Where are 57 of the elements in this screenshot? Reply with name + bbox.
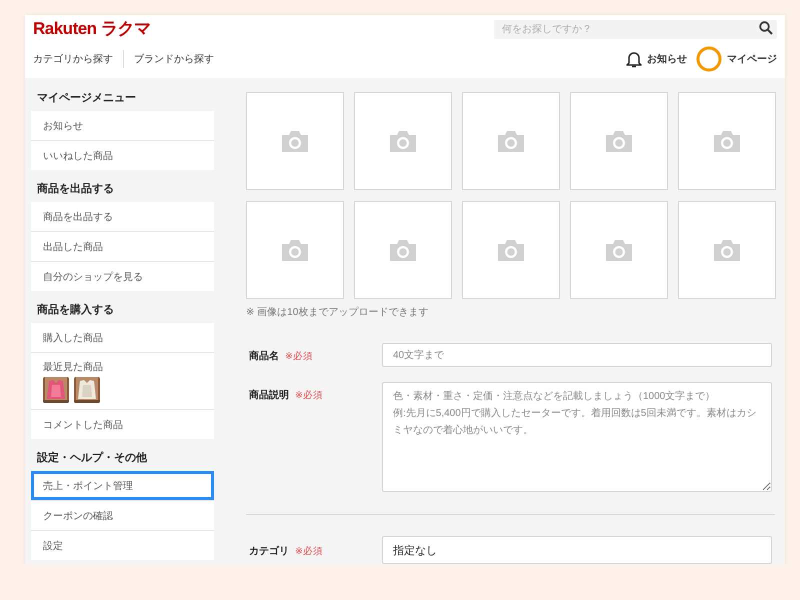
photo-upload-slot[interactable] (354, 92, 452, 190)
nav-link[interactable]: ブランドから探す (123, 50, 224, 68)
camera-icon (280, 129, 310, 153)
photo-upload-slot[interactable] (570, 201, 668, 299)
avatar-icon[interactable] (696, 46, 722, 72)
menu-item[interactable]: いいねした商品 (31, 141, 214, 170)
search-field[interactable]: 何をお探しですか？ (494, 20, 777, 39)
menu-item[interactable]: クーポンの確認 (31, 501, 214, 530)
photo-upload-slot[interactable] (462, 92, 560, 190)
menu-item[interactable]: 売上・ポイント管理 (31, 471, 214, 500)
upload-note: ※ 画像は10枚までアップロードできます (246, 306, 430, 319)
menu-item[interactable]: お知らせ (31, 111, 214, 140)
bell-icon[interactable] (626, 50, 642, 68)
section-heading: マイページメニュー (36, 91, 137, 106)
photo-upload-slot[interactable] (246, 201, 344, 299)
field-label: 商品名 (249, 349, 279, 363)
menu-item[interactable]: 購入した商品 (31, 323, 214, 352)
description-field[interactable] (382, 382, 772, 492)
camera-icon (604, 238, 634, 262)
required-mark: ※必須 (295, 388, 323, 402)
nav-link[interactable]: カテゴリから探す (33, 50, 123, 68)
camera-icon (280, 238, 310, 262)
section-heading: 商品を出品する (36, 182, 115, 197)
photo-upload-slot[interactable] (678, 201, 776, 299)
required-mark: ※必須 (295, 544, 323, 558)
field-label: 商品説明 (249, 388, 289, 402)
photo-upload-slot[interactable] (354, 201, 452, 299)
camera-icon (712, 238, 742, 262)
search-icon[interactable] (759, 21, 773, 35)
logo[interactable]: Rakuten ラクマ (33, 17, 150, 40)
camera-icon (388, 238, 418, 262)
photo-upload-slot[interactable] (462, 201, 560, 299)
camera-icon (712, 129, 742, 153)
section-heading: 商品を購入する (36, 302, 115, 318)
required-mark: ※必須 (285, 350, 313, 362)
menu-item[interactable]: 商品を出品する (31, 202, 214, 231)
photo-upload-slot[interactable] (246, 92, 344, 190)
placeholder-text: 色・素材・重さ・定価・注意点などを記載しましょう（1000文字まで） (393, 390, 716, 404)
camera-icon (604, 129, 634, 153)
notifications-link[interactable]: お知らせ (647, 52, 687, 66)
camera-icon (496, 129, 526, 153)
menu-item[interactable]: 最近見た商品 (31, 353, 214, 409)
menu-item[interactable]: 設定 (31, 531, 214, 560)
mypage-link[interactable]: マイページ (727, 52, 777, 66)
photo-upload-slot[interactable] (678, 92, 776, 190)
menu-item[interactable]: 出品した商品 (31, 232, 214, 261)
photo-upload-slot[interactable] (570, 92, 668, 190)
section-heading: 設定・ヘルプ・その他 (36, 450, 148, 466)
menu-item-label: 最近見た商品 (43, 360, 104, 374)
menu-item[interactable]: コメントした商品 (31, 410, 214, 439)
camera-icon (496, 238, 526, 262)
title-field[interactable]: 40文字まで (382, 343, 772, 367)
field-label: カテゴリ (249, 544, 289, 558)
category-select[interactable]: 指定なし (382, 536, 772, 564)
placeholder-text: 例:先月に5,400円で購入したセーターです。着用回数は5回未満です。素材はカシミヤなので着心地がいいです。 (393, 406, 758, 438)
menu-item[interactable]: 自分のショップを見る (31, 262, 214, 291)
camera-icon (388, 129, 418, 153)
